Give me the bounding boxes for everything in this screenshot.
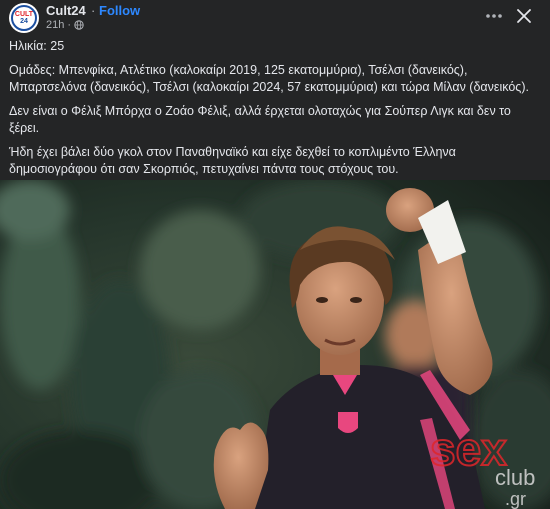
avatar-logo-top: CULT — [14, 11, 34, 18]
meta-separator: · — [67, 19, 72, 31]
name-separator: · — [91, 3, 96, 18]
post-paragraph-age: Ηλικία: 25 — [9, 39, 65, 53]
avatar-logo: CULT 24 — [11, 5, 37, 31]
close-icon[interactable] — [514, 6, 534, 26]
post-paragraph-comment: Δεν είναι ο Φέλιξ Μπόρχα ο Ζοάο Φέλιξ, α… — [9, 104, 511, 135]
post-meta: 21h · — [46, 19, 84, 31]
globe-icon[interactable] — [74, 20, 84, 30]
more-dots-icon[interactable] — [484, 6, 504, 26]
post-paragraph-goals: Ήδη έχει βάλει δύο γκολ στον Παναθηναϊκό… — [9, 145, 456, 176]
page-name-link[interactable]: Cult24 — [46, 3, 86, 18]
post-timestamp[interactable]: 21h — [46, 19, 64, 31]
watermark-domain: .gr — [505, 489, 526, 509]
post-paragraph-teams: Ομάδες: Μπενφίκα, Ατλέτικο (καλοκαίρι 20… — [9, 63, 529, 94]
follow-button[interactable]: Follow — [99, 3, 140, 18]
post-photo[interactable]: sex club .gr — [0, 180, 550, 509]
avatar-logo-bottom: 24 — [20, 18, 28, 25]
page-avatar[interactable]: CULT 24 — [9, 3, 39, 33]
club-crest — [338, 412, 358, 433]
post-body: Ηλικία: 25 Ομάδες: Μπενφίκα, Ατλέτικο (κ… — [9, 38, 539, 185]
watermark-sub: club — [495, 465, 535, 490]
post-header: CULT 24 Cult24 · Follow 21h · — [0, 0, 550, 36]
player-photo-illustration: sex club .gr — [0, 180, 550, 509]
